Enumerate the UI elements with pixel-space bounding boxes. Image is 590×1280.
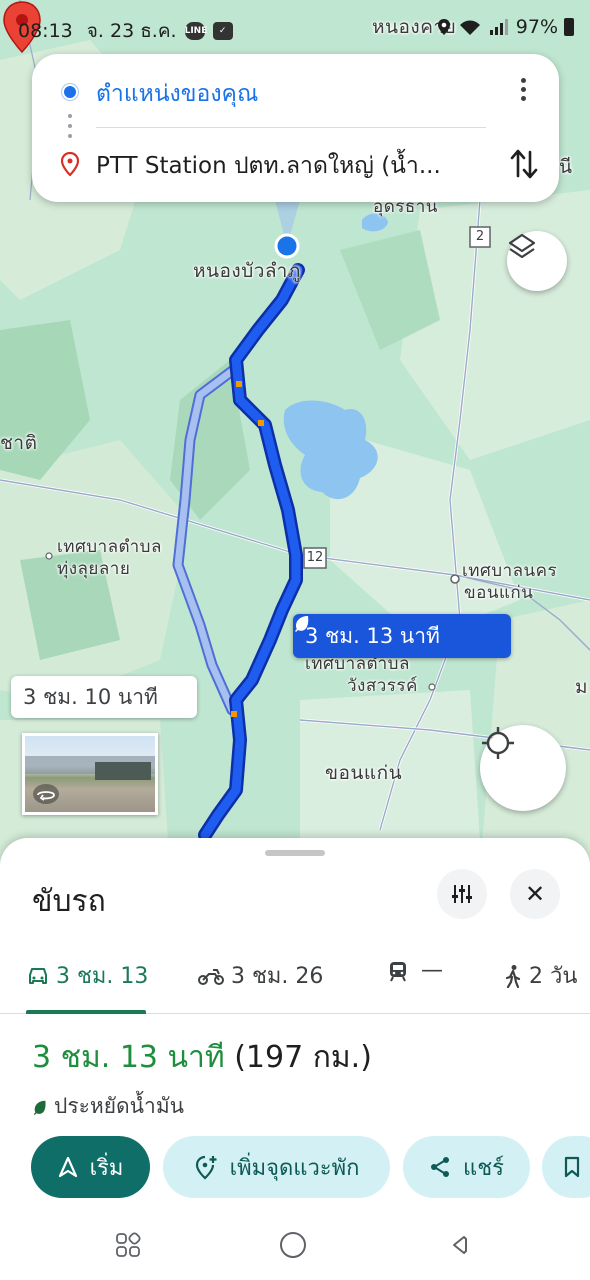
route-connector-icon bbox=[68, 114, 72, 144]
start-navigation-button[interactable]: เริ่ม bbox=[31, 1136, 150, 1198]
route-time-bubble-alternate[interactable]: 3 ชม. 10 นาที bbox=[11, 676, 197, 718]
route-distance: (197 กม.) bbox=[234, 1040, 372, 1075]
start-label: เริ่ม bbox=[89, 1155, 124, 1181]
map-label-wang-sawan: เทศบาลตำบล วังสวรรค์ bbox=[305, 654, 418, 696]
navigation-arrow-icon bbox=[58, 1156, 77, 1178]
save-button[interactable] bbox=[542, 1136, 590, 1198]
eco-friendly-row: ประหยัดน้ำมัน bbox=[32, 1090, 184, 1123]
sliders-icon bbox=[452, 885, 472, 903]
add-stop-label: เพิ่มจุดแวะพัก bbox=[229, 1155, 360, 1181]
highway-shield-12: 12 bbox=[306, 550, 324, 565]
map-label-khon-kaen-city: เทศบาลนคร ขอนแก่น bbox=[462, 561, 558, 603]
line-app-icon: LINE bbox=[184, 22, 207, 40]
system-navigation-bar bbox=[0, 1210, 590, 1280]
status-date: จ. 23 ธ.ค. bbox=[86, 20, 177, 42]
route-time-bubble-primary[interactable]: 3 ชม. 13 นาที bbox=[293, 614, 511, 658]
eco-leaf-icon bbox=[295, 616, 309, 632]
map-label-chati: ชาติ bbox=[0, 432, 38, 454]
status-time: 08:13 bbox=[18, 20, 73, 42]
swap-directions-icon[interactable] bbox=[508, 146, 540, 182]
map-label-edge-ni: นี bbox=[559, 156, 573, 178]
route-duration: 3 ชม. 13 นาที bbox=[32, 1040, 225, 1075]
bookmark-icon bbox=[564, 1156, 580, 1178]
battery-icon bbox=[564, 18, 574, 36]
action-buttons-row: เริ่ม เพิ่มจุดแวะพัก แชร์ bbox=[31, 1136, 590, 1198]
home-circle-icon bbox=[280, 1232, 306, 1258]
walk-icon bbox=[505, 964, 521, 988]
battery-percent: 97% bbox=[515, 16, 558, 38]
map-label-thung-lum-lai: เทศบาลตำบล ทุ่งลุยลาย bbox=[57, 537, 162, 579]
destination-field[interactable]: PTT Station ปตท.ลาดใหญ่ (น้ำ... bbox=[96, 148, 486, 184]
origin-dot-icon bbox=[62, 84, 78, 100]
home-button[interactable] bbox=[278, 1230, 308, 1260]
origin-field[interactable]: ตำแหน่งของคุณ bbox=[96, 76, 258, 112]
map-label-nong-bua-lamphu: หนองบัวลำภู bbox=[193, 260, 301, 282]
street-view-thumbnail[interactable] bbox=[22, 733, 158, 815]
transit-icon bbox=[390, 961, 406, 981]
tab-walk-label: 2 วัน bbox=[529, 964, 578, 989]
route-summary: 3 ชม. 13 นาที (197 กม.) bbox=[32, 1034, 372, 1081]
tab-transit[interactable]: — bbox=[387, 958, 443, 983]
highway-shield-2: 2 bbox=[475, 229, 485, 244]
share-label: แชร์ bbox=[463, 1155, 504, 1181]
tab-walk[interactable]: 2 วัน bbox=[503, 958, 577, 993]
wifi-icon bbox=[459, 20, 480, 35]
location-status-icon bbox=[437, 19, 450, 35]
eco-label: ประหยัดน้ำมัน bbox=[54, 1094, 185, 1118]
status-bar: 08:13 จ. 23 ธ.ค. LINE ✓ 97% bbox=[0, 0, 590, 56]
layers-icon bbox=[508, 233, 536, 259]
tab-motorcycle[interactable]: 3 ชม. 26 bbox=[197, 958, 323, 993]
layers-button[interactable] bbox=[507, 231, 567, 291]
my-location-button[interactable] bbox=[480, 725, 566, 811]
crosshair-icon bbox=[482, 727, 514, 759]
sheet-title: ขับรถ bbox=[32, 884, 106, 919]
route-options-button[interactable] bbox=[437, 869, 487, 919]
route-time-primary-label: 3 ชม. 13 นาที bbox=[305, 623, 440, 648]
active-tab-indicator bbox=[26, 1010, 146, 1014]
more-options-icon[interactable] bbox=[516, 78, 530, 108]
tab-motorcycle-label: 3 ชม. 26 bbox=[231, 964, 324, 989]
checkbox-notification-icon: ✓ bbox=[212, 22, 233, 40]
sheet-drag-handle[interactable] bbox=[265, 850, 325, 856]
map-label-edge-mo: ม bbox=[575, 676, 589, 698]
signal-icon bbox=[489, 19, 508, 35]
motorcycle-icon bbox=[198, 968, 224, 985]
card-divider bbox=[96, 127, 486, 128]
tab-transit-label: — bbox=[421, 958, 443, 983]
travel-mode-tabs: 3 ชม. 13 3 ชม. 26 — 2 วัน bbox=[0, 948, 590, 1014]
map-label-khon-kaen: ขอนแก่น bbox=[325, 762, 403, 784]
back-arrow-icon bbox=[453, 1236, 467, 1254]
share-button[interactable]: แชร์ bbox=[403, 1136, 530, 1198]
add-stop-button[interactable]: เพิ่มจุดแวะพัก bbox=[163, 1136, 390, 1198]
close-button[interactable]: ✕ bbox=[510, 869, 560, 919]
tab-drive[interactable]: 3 ชม. 13 bbox=[26, 958, 148, 993]
rotate-360-icon bbox=[33, 784, 59, 804]
car-icon bbox=[29, 967, 47, 984]
tab-drive-label: 3 ชม. 13 bbox=[56, 964, 149, 989]
directions-card: ตำแหน่งของคุณ PTT Station ปตท.ลาดใหญ่ (น… bbox=[32, 54, 559, 202]
share-icon bbox=[431, 1157, 450, 1177]
add-location-icon bbox=[195, 1155, 217, 1180]
back-button[interactable] bbox=[443, 1230, 473, 1260]
recents-button[interactable] bbox=[113, 1230, 143, 1260]
recents-icon bbox=[116, 1232, 141, 1257]
destination-pin-icon bbox=[60, 152, 80, 176]
eco-leaf-icon bbox=[33, 1100, 46, 1115]
